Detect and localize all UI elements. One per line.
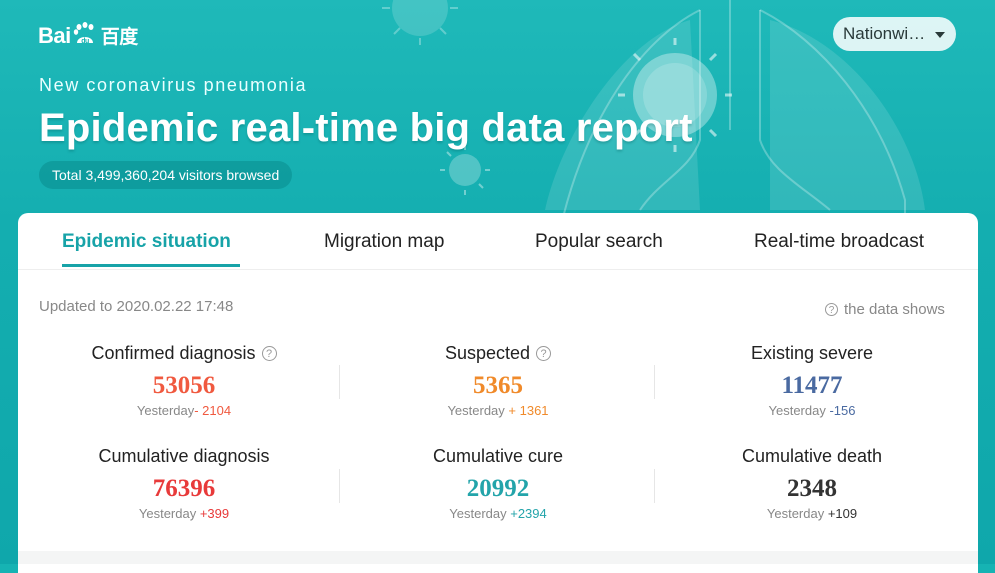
divider [339,365,340,399]
stat-delta: +2394 [506,506,547,521]
stat-delta: - 2104 [194,403,232,418]
stat-yesterday-label: Yesterday [138,506,197,521]
baidu-logo[interactable]: Bai du 百度 [38,21,139,49]
stat-label: Cumulative cure [432,446,564,466]
data-shows-label: the data shows [844,301,945,318]
data-shows-link[interactable]: ? the data shows [825,301,945,318]
stat-cumulative-cure: Cumulative cure 20992 Yesterday +2394 [348,446,648,521]
divider [654,365,655,399]
stat-label: Suspected [444,343,531,363]
stat-cumulative-death: Cumulative death 2348 Yesterday +109 [662,446,962,521]
stat-yesterday-label: Yesterday [768,403,826,418]
stat-label: Existing severe [750,343,874,363]
divider [339,469,340,503]
caret-down-icon [935,32,945,38]
logo-text: Bai [38,22,71,48]
stat-delta: -156 [825,403,856,418]
stat-value: 53056 [152,372,216,399]
stat-delta: +109 [824,506,858,521]
page-title: Epidemic real-time big data report [39,106,693,150]
page-subtitle: New coronavirus pneumonia [39,75,308,95]
question-icon: ? [825,303,838,316]
stat-delta: +399 [196,506,230,521]
tab-popular-search[interactable]: Popular search [535,231,663,253]
tab-migration-map[interactable]: Migration map [324,231,444,253]
stat-value: 11477 [781,372,843,399]
question-icon[interactable]: ? [536,346,552,361]
stat-value: 5365 [473,372,523,399]
stat-yesterday-label: Yesterday [447,403,505,418]
stats-card: Epidemic situation Migration map Popular… [18,213,978,573]
stat-value: 20992 [466,475,530,502]
stat-label: Cumulative diagnosis [98,446,270,466]
stat-label: Cumulative death [741,446,883,466]
divider [654,469,655,503]
stat-confirmed: Confirmed diagnosis? 53056 Yesterday- 21… [34,343,334,418]
svg-text:du: du [81,38,89,45]
active-tab-indicator [62,264,240,267]
stat-suspected: Suspected? 5365 Yesterday + 1361 [348,343,648,418]
stat-label: Confirmed diagnosis [91,343,256,363]
stat-value: 2348 [787,475,837,502]
paw-icon: du [73,21,94,45]
updated-timestamp: Updated to 2020.02.22 17:48 [39,298,234,315]
stat-yesterday-label: Yesterday [449,506,507,521]
stat-yesterday-label: Yesterday [766,506,825,521]
stat-cumulative-diagnosis: Cumulative diagnosis 76396 Yesterday +39… [34,446,334,521]
card-footer-band [18,551,978,564]
stat-existing-severe: Existing severe 11477 Yesterday -156 [662,343,962,418]
stat-delta: + 1361 [504,403,549,418]
region-selector[interactable]: Nationwi… [833,17,956,51]
logo-chinese-text: 百度 [100,27,139,48]
question-icon[interactable]: ? [261,346,277,361]
stat-yesterday-label: Yesterday [136,403,195,418]
tab-bar: Epidemic situation Migration map Popular… [18,213,978,270]
tab-epidemic-situation[interactable]: Epidemic situation [62,231,231,253]
visitor-count-badge: Total 3,499,360,204 visitors browsed [39,161,293,189]
region-selector-label: Nationwi… [843,24,926,43]
stat-value: 76396 [152,475,216,502]
tab-real-time-broadcast[interactable]: Real-time broadcast [754,231,924,253]
